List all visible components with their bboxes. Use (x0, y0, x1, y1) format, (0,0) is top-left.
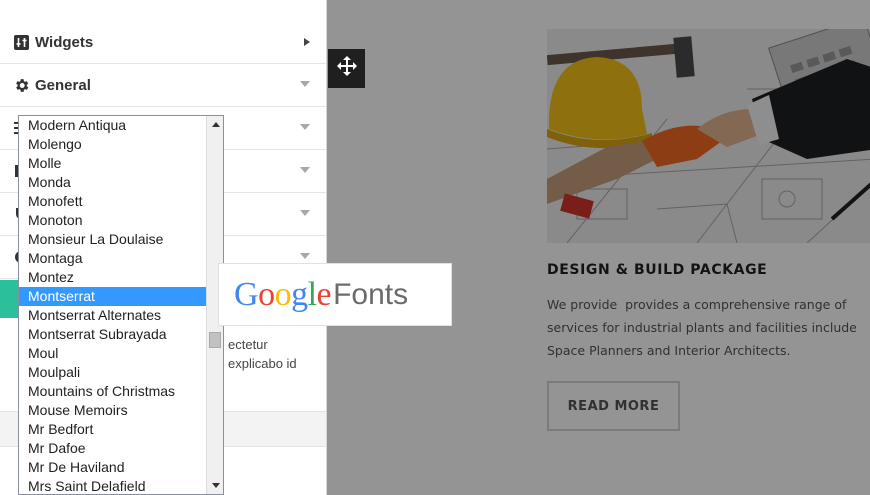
gear-icon (12, 76, 30, 94)
section-body-text: ectetur explicabo id (228, 335, 297, 373)
chevron-down-icon (300, 124, 310, 130)
font-option[interactable]: Mr Dafoe (19, 439, 207, 458)
google-letter: e (316, 275, 332, 313)
font-option[interactable]: Molengo (19, 135, 207, 154)
chevron-right-icon (304, 38, 310, 46)
arrow-up-icon (211, 122, 220, 127)
section-general[interactable]: General (0, 64, 326, 107)
widgets-icon (12, 33, 30, 51)
construction-handshake-photo (547, 29, 870, 243)
font-option[interactable]: Montserrat Subrayada (19, 325, 207, 344)
google-letter: o (258, 275, 275, 313)
body-text-line: explicabo id (228, 356, 297, 371)
feature-title: DESIGN & BUILD PACKAGE (547, 262, 768, 278)
google-letter: G (234, 275, 259, 313)
font-option[interactable]: Mr Bedfort (19, 420, 207, 439)
font-option[interactable]: Molle (19, 154, 207, 173)
chevron-down-icon (300, 81, 310, 87)
read-more-button[interactable]: READ MORE (547, 381, 680, 431)
font-options-list[interactable]: Modern Antiqua Molengo Molle Monda Monofett M… (19, 116, 207, 494)
move-arrows-icon (336, 56, 357, 81)
font-option[interactable]: Montaga (19, 249, 207, 268)
font-option[interactable]: Monofett (19, 192, 207, 211)
fonts-wordmark: Fonts (333, 277, 409, 311)
font-option[interactable]: Moulpali (19, 363, 207, 382)
font-option[interactable]: Montserrat (19, 287, 207, 306)
google-letter: o (274, 275, 292, 313)
font-option[interactable]: Mouse Memoirs (19, 401, 207, 420)
font-option[interactable]: Montez (19, 268, 207, 287)
font-family-dropdown[interactable]: Modern Antiqua Molengo Molle Monda Monofett M… (18, 115, 224, 495)
google-letter: g (291, 275, 308, 313)
section-label-widgets: Widgets (35, 33, 94, 51)
google-fonts-logo: Google Fonts (218, 263, 452, 326)
section-widgets[interactable]: Widgets (0, 21, 326, 64)
chevron-down-icon (300, 167, 310, 173)
font-option[interactable]: Monsieur La Doulaise (19, 230, 207, 249)
google-letter: l (307, 275, 317, 313)
active-section-indicator[interactable] (0, 280, 18, 318)
scroll-down-button[interactable] (207, 477, 223, 494)
scroll-up-button[interactable] (207, 116, 223, 133)
font-option[interactable]: Monoton (19, 211, 207, 230)
scrollbar-thumb[interactable] (209, 332, 221, 348)
font-option[interactable]: Mrs Saint Delafield (19, 477, 207, 494)
google-wordmark: Google (234, 275, 332, 314)
chevron-down-icon (300, 253, 310, 259)
font-option[interactable]: Monda (19, 173, 207, 192)
move-handle[interactable] (328, 49, 365, 88)
font-option[interactable]: Mr De Haviland (19, 458, 207, 477)
font-option[interactable]: Modern Antiqua (19, 116, 207, 135)
font-option[interactable]: Mountains of Christmas (19, 382, 207, 401)
chevron-down-icon (300, 210, 310, 216)
body-text-line: ectetur (228, 337, 268, 352)
section-label-general: General (35, 76, 91, 94)
font-option[interactable]: Moul (19, 344, 207, 363)
feature-description: We provide provides a comprehensive rang… (547, 297, 857, 358)
arrow-down-icon (211, 483, 220, 488)
font-option[interactable]: Montserrat Alternates (19, 306, 207, 325)
site-preview: DESIGN & BUILD PACKAGE We provide provid… (327, 0, 870, 495)
